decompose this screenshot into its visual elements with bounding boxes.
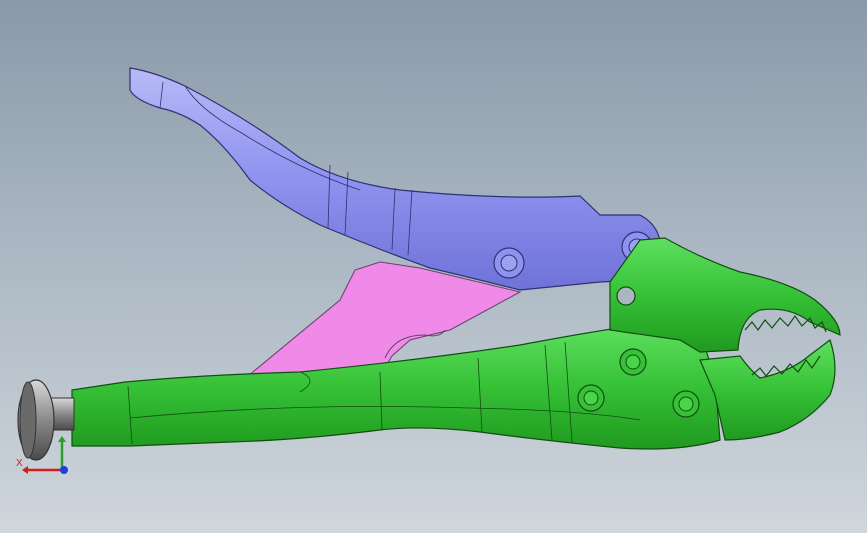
coordinate-triad: X: [12, 426, 82, 476]
upper-handle-part[interactable]: [129, 67, 662, 291]
graphics-viewport[interactable]: X: [0, 0, 867, 533]
jaw-hole: [616, 286, 636, 306]
x-axis-label: X: [16, 458, 23, 469]
z-axis-dot: [60, 466, 68, 474]
locking-pliers-model[interactable]: [0, 0, 867, 533]
